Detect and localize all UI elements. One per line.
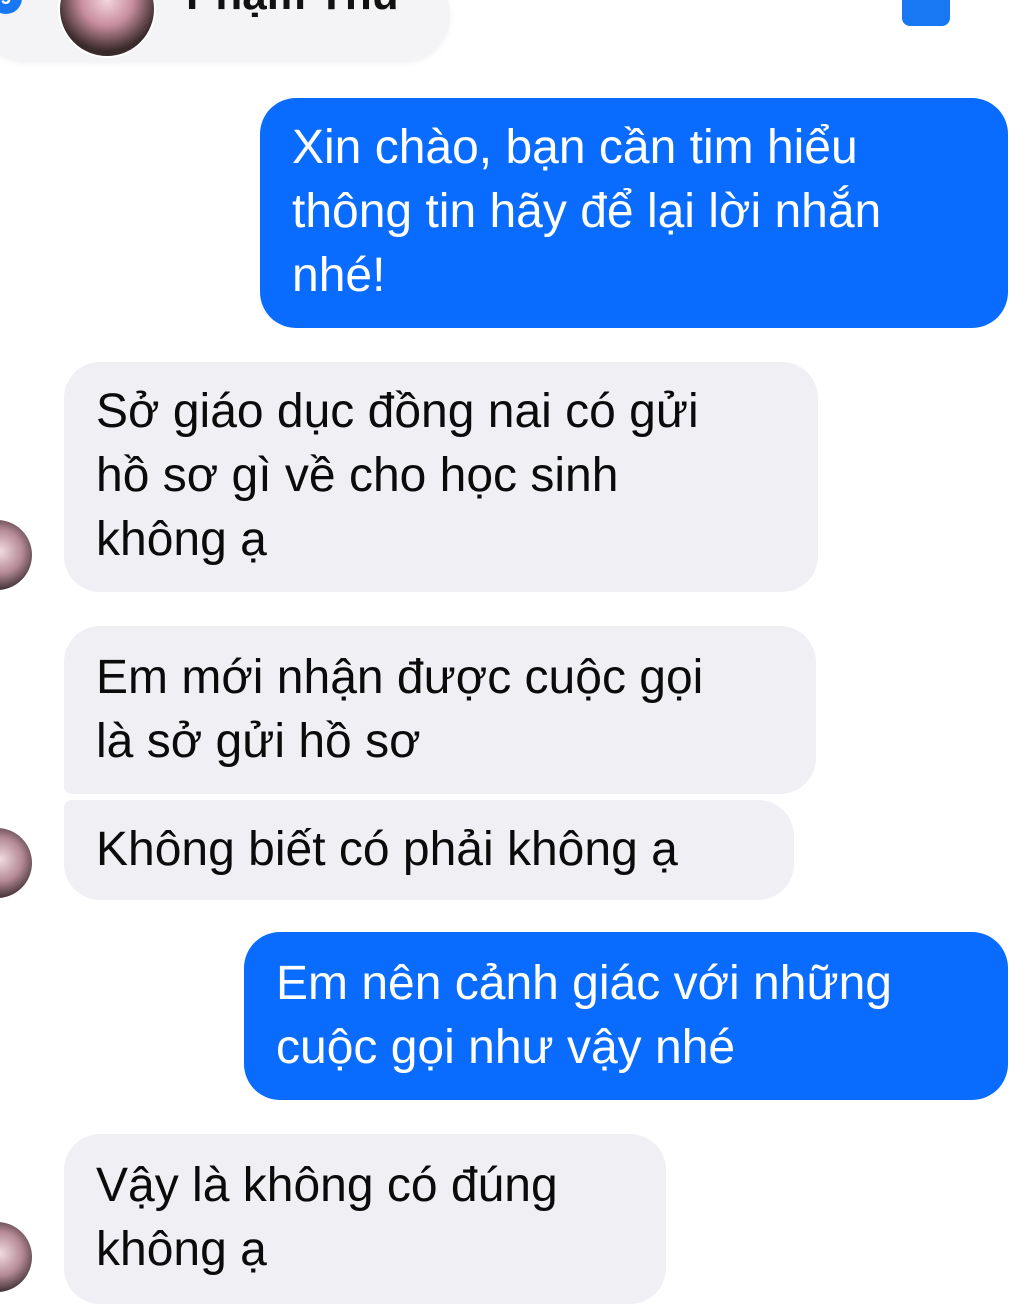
- chat-header: 9 Phạm Thư: [0, 0, 1030, 62]
- contact-name[interactable]: Phạm Thư: [186, 0, 404, 20]
- message-line: Không biết có phải không ạ: [96, 823, 678, 876]
- header-action-button[interactable]: [902, 0, 950, 26]
- message-line: cuộc gọi như vậy nhé: [276, 1021, 736, 1074]
- message-line: Xin chào, bạn cần tim hiểu: [292, 121, 858, 174]
- message-line: Em mới nhận được cuộc gọi: [96, 651, 704, 704]
- message-bubble-outgoing[interactable]: Xin chào, bạn cần tim hiểu thông tin hãy…: [260, 98, 1008, 328]
- message-bubble-incoming[interactable]: Sở giáo dục đồng nai có gửi hồ sơ gì về …: [64, 362, 818, 592]
- message-bubble-incoming[interactable]: Không biết có phải không ạ: [64, 800, 794, 900]
- message-line: Em nên cảnh giác với những: [276, 957, 892, 1010]
- message-line: không ạ: [96, 513, 267, 566]
- message-line: Vậy là không có đúng: [96, 1159, 558, 1212]
- message-bubble-outgoing[interactable]: Em nên cảnh giác với những cuộc gọi như …: [244, 932, 1008, 1100]
- sender-avatar[interactable]: [0, 520, 32, 590]
- message-line: là sở gửi hồ sơ: [96, 715, 421, 768]
- message-line: hồ sơ gì về cho học sinh: [96, 449, 619, 502]
- message-bubble-incoming[interactable]: Em mới nhận được cuộc gọi là sở gửi hồ s…: [64, 626, 816, 794]
- sender-avatar[interactable]: [0, 828, 32, 898]
- message-line: nhé!: [292, 249, 386, 302]
- message-line: thông tin hãy để lại lời nhắn: [292, 185, 882, 238]
- message-line: không ạ: [96, 1223, 267, 1276]
- message-line: Sở giáo dục đồng nai có gửi: [96, 385, 699, 438]
- message-bubble-incoming[interactable]: Vậy là không có đúng không ạ: [64, 1134, 666, 1304]
- sender-avatar[interactable]: [0, 1222, 32, 1292]
